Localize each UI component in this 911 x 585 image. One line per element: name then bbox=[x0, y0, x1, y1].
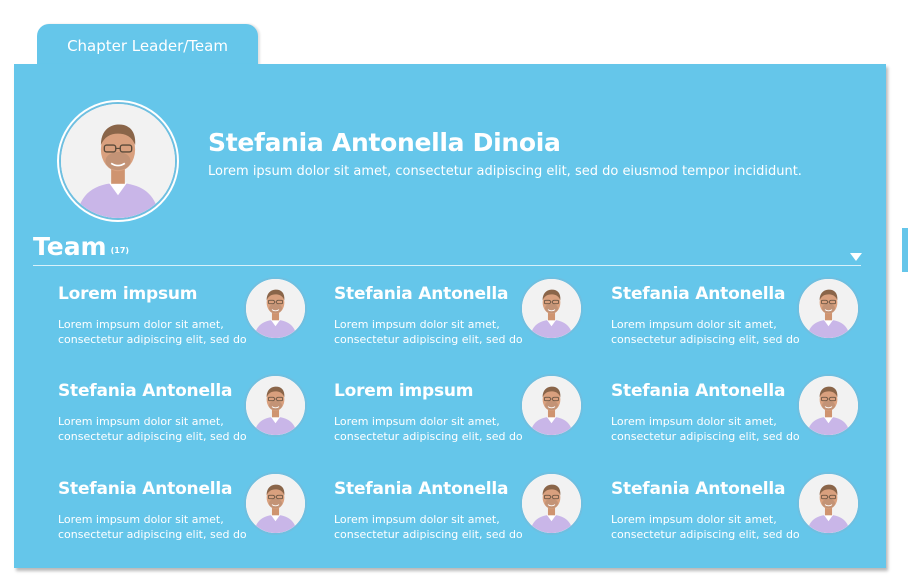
team-member-name: Stefania Antonella bbox=[611, 381, 786, 401]
team-member-description: Lorem impsum dolor sit amet, consectetur… bbox=[334, 317, 524, 347]
team-member-description-line: Lorem impsum dolor sit amet, bbox=[334, 318, 500, 331]
team-member-description-line: consectetur adipiscing elit, sed do bbox=[334, 528, 523, 541]
team-member-description: Lorem impsum dolor sit amet, consectetur… bbox=[334, 512, 524, 542]
team-member-card[interactable]: Stefania Antonella Lorem impsum dolor si… bbox=[611, 277, 867, 354]
team-member-name: Stefania Antonella bbox=[611, 479, 786, 499]
team-member-avatar bbox=[520, 472, 583, 535]
team-member-description-line: Lorem impsum dolor sit amet, bbox=[58, 318, 224, 331]
team-member-avatar bbox=[797, 472, 860, 535]
team-member-card[interactable]: Stefania Antonella Lorem impsum dolor si… bbox=[58, 374, 314, 451]
team-member-card[interactable]: Stefania Antonella Lorem impsum dolor si… bbox=[58, 472, 314, 549]
team-member-description: Lorem impsum dolor sit amet, consectetur… bbox=[611, 512, 801, 542]
team-member-description-line: consectetur adipiscing elit, sed do bbox=[334, 430, 523, 443]
team-member-description-line: consectetur adipiscing elit, sed do bbox=[334, 333, 523, 346]
team-member-description-line: consectetur adipiscing elit, sed do bbox=[611, 528, 800, 541]
team-divider bbox=[33, 265, 861, 266]
team-member-description-line: Lorem impsum dolor sit amet, bbox=[58, 513, 224, 526]
team-member-avatar bbox=[520, 374, 583, 437]
team-member-description-line: Lorem impsum dolor sit amet, bbox=[611, 415, 777, 428]
team-count: (17) bbox=[110, 246, 130, 255]
team-member-description-line: Lorem impsum dolor sit amet, bbox=[58, 415, 224, 428]
team-member-avatar bbox=[244, 472, 307, 535]
content-panel: Stefania Antonella Dinoia Lorem ipsum do… bbox=[14, 64, 886, 568]
leader-description: Lorem ipsum dolor sit amet, consectetur … bbox=[208, 164, 802, 179]
team-heading: Team (17) bbox=[33, 232, 129, 261]
team-member-name: Stefania Antonella bbox=[611, 284, 786, 304]
team-member-name: Stefania Antonella bbox=[58, 381, 233, 401]
tab-chapter-leader-team[interactable]: Chapter Leader/Team bbox=[37, 24, 258, 68]
leader-name: Stefania Antonella Dinoia bbox=[208, 128, 561, 157]
team-member-description-line: consectetur adipiscing elit, sed do bbox=[58, 333, 247, 346]
team-member-name: Stefania Antonella bbox=[334, 284, 509, 304]
team-member-name: Lorem impsum bbox=[58, 284, 198, 304]
side-scroll-marker[interactable] bbox=[902, 228, 908, 272]
team-member-avatar bbox=[520, 277, 583, 340]
team-member-card[interactable]: Stefania Antonella Lorem impsum dolor si… bbox=[334, 277, 590, 354]
team-member-description-line: Lorem impsum dolor sit amet, bbox=[611, 318, 777, 331]
team-member-description: Lorem impsum dolor sit amet, consectetur… bbox=[58, 512, 248, 542]
team-member-description-line: Lorem impsum dolor sit amet, bbox=[334, 415, 500, 428]
team-member-description-line: consectetur adipiscing elit, sed do bbox=[58, 430, 247, 443]
chapter-widget: Chapter Leader/Team Stefania Antonella D… bbox=[0, 0, 911, 585]
team-member-description: Lorem impsum dolor sit amet, consectetur… bbox=[58, 414, 248, 444]
team-member-card[interactable]: Lorem impsum Lorem impsum dolor sit amet… bbox=[334, 374, 590, 451]
team-member-description-line: Lorem impsum dolor sit amet, bbox=[611, 513, 777, 526]
team-member-card[interactable]: Stefania Antonella Lorem impsum dolor si… bbox=[334, 472, 590, 549]
leader-avatar bbox=[59, 102, 177, 220]
team-member-name: Stefania Antonella bbox=[334, 479, 509, 499]
team-member-card[interactable]: Stefania Antonella Lorem impsum dolor si… bbox=[611, 472, 867, 549]
team-member-card[interactable]: Lorem impsum Lorem impsum dolor sit amet… bbox=[58, 277, 314, 354]
team-member-avatar bbox=[797, 374, 860, 437]
team-title: Team bbox=[33, 232, 107, 261]
team-member-description: Lorem impsum dolor sit amet, consectetur… bbox=[58, 317, 248, 347]
chevron-down-icon[interactable] bbox=[850, 253, 862, 261]
team-member-description-line: consectetur adipiscing elit, sed do bbox=[611, 333, 800, 346]
team-member-description-line: consectetur adipiscing elit, sed do bbox=[58, 528, 247, 541]
team-member-name: Stefania Antonella bbox=[58, 479, 233, 499]
team-member-description-line: Lorem impsum dolor sit amet, bbox=[334, 513, 500, 526]
team-member-card[interactable]: Stefania Antonella Lorem impsum dolor si… bbox=[611, 374, 867, 451]
team-member-description: Lorem impsum dolor sit amet, consectetur… bbox=[611, 317, 801, 347]
team-member-description-line: consectetur adipiscing elit, sed do bbox=[611, 430, 800, 443]
team-member-avatar bbox=[244, 374, 307, 437]
team-member-description: Lorem impsum dolor sit amet, consectetur… bbox=[334, 414, 524, 444]
team-member-description: Lorem impsum dolor sit amet, consectetur… bbox=[611, 414, 801, 444]
team-member-avatar bbox=[797, 277, 860, 340]
team-member-name: Lorem impsum bbox=[334, 381, 474, 401]
team-member-avatar bbox=[244, 277, 307, 340]
